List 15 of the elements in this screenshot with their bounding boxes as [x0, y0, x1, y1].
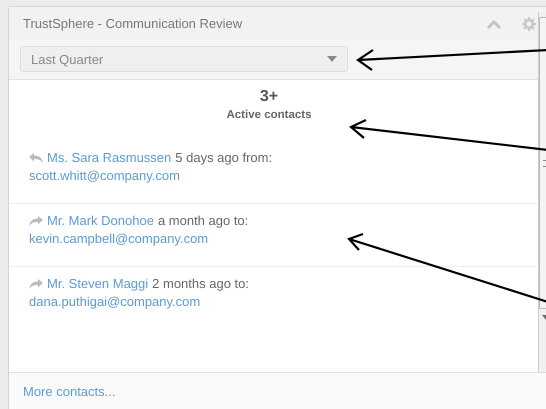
period-dropdown[interactable]: Last Quarter	[20, 46, 348, 72]
contact-detail: a month ago to:	[158, 213, 248, 228]
email-link[interactable]: kevin.campbell@company.com	[29, 231, 208, 246]
caret-icon	[327, 56, 337, 62]
panel-title: TrustSphere - Communication Review	[23, 16, 244, 31]
email-link[interactable]: dana.puthigai@company.com	[29, 294, 200, 309]
contact-name-link[interactable]: Mr. Steven Maggi	[47, 276, 148, 291]
summary-label: Active contacts	[225, 109, 312, 121]
contact-detail: 2 months ago to:	[152, 276, 249, 291]
email-link[interactable]: scott.whitt@company.com	[29, 168, 180, 183]
contact-detail: 5 days ago from:	[175, 150, 272, 165]
contact-name-link[interactable]: Mr. Mark Donohoe	[47, 213, 154, 228]
contact-count: 3+	[258, 88, 280, 106]
contact-name-link[interactable]: Ms. Sara Rasmussen	[47, 150, 172, 165]
more-contacts-link[interactable]: More contacts...	[23, 384, 116, 399]
